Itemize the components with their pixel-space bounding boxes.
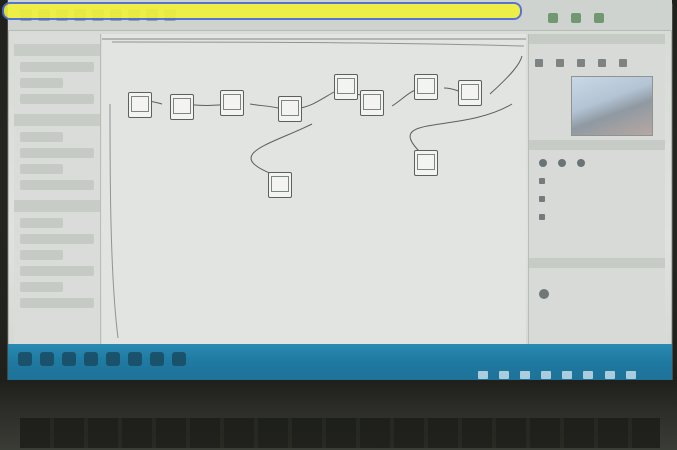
left-panel-item[interactable] [20, 94, 94, 104]
left-panel-section-header [14, 114, 100, 126]
tree-item[interactable] [539, 190, 659, 208]
workflow-node[interactable] [458, 80, 482, 106]
taskbar-app-icon[interactable] [128, 352, 142, 366]
left-panel-item[interactable] [20, 218, 63, 228]
bottom-row-icon [539, 289, 549, 299]
right-panel [528, 34, 665, 344]
left-panel-item[interactable] [20, 234, 94, 244]
node-thumbnail [131, 96, 149, 112]
properties-header [529, 140, 665, 150]
taskbar-app-icon[interactable] [40, 352, 54, 366]
workflow-node[interactable] [128, 92, 152, 118]
tray-icon[interactable] [541, 371, 552, 379]
tool-icon[interactable] [556, 59, 565, 67]
workflow-node[interactable] [414, 74, 438, 100]
taskbar-app-icon[interactable] [84, 352, 98, 366]
taskbar-app-icon[interactable] [172, 352, 186, 366]
workflow-node[interactable] [360, 90, 384, 116]
left-panel-item[interactable] [20, 164, 63, 174]
connection-line [249, 103, 279, 109]
node-thumbnail [173, 98, 191, 114]
property-icon[interactable] [577, 159, 586, 167]
left-panel-item[interactable] [20, 298, 94, 308]
left-panel-item[interactable] [20, 132, 63, 142]
tree-item-icon [539, 214, 545, 220]
left-panel-section-header [14, 44, 100, 56]
left-panel-section-header [14, 200, 100, 212]
node-thumbnail [223, 94, 241, 110]
close-icon[interactable] [594, 13, 605, 23]
workflow-node[interactable] [268, 172, 292, 198]
tree-item-icon [539, 196, 545, 202]
workflow-node[interactable] [278, 96, 302, 122]
tray-icon[interactable] [583, 371, 594, 379]
left-panel-item[interactable] [20, 250, 63, 260]
minimize-icon[interactable] [548, 13, 558, 23]
connection-line [409, 103, 513, 153]
workflow-node[interactable] [220, 90, 244, 116]
left-panel-item[interactable] [20, 148, 94, 158]
tool-icon[interactable] [577, 59, 586, 67]
node-thumbnail [461, 84, 479, 100]
highlight-overlay [2, 2, 522, 20]
right-panel-toolbar [535, 52, 655, 67]
right-panel-bottom-header [529, 258, 665, 268]
maximize-icon[interactable] [571, 13, 582, 23]
left-panel-item[interactable] [20, 266, 94, 276]
property-icon[interactable] [539, 159, 547, 167]
image-preview [571, 76, 653, 136]
left-panel-item[interactable] [20, 78, 63, 88]
workflow-node[interactable] [170, 94, 194, 120]
node-thumbnail [417, 154, 435, 170]
left-panel-item[interactable] [20, 282, 63, 292]
node-thumbnail [281, 100, 299, 116]
node-thumbnail [417, 78, 435, 94]
tray-icon[interactable] [520, 371, 531, 379]
node-thumbnail [337, 78, 355, 94]
taskbar-app-icon[interactable] [62, 352, 76, 366]
keyboard [20, 418, 660, 448]
tool-icon[interactable] [598, 59, 607, 67]
tool-icon[interactable] [619, 59, 628, 67]
workflow-canvas[interactable] [102, 34, 526, 344]
tree-item-icon [539, 178, 545, 184]
tree-item[interactable] [539, 172, 659, 190]
connection-line [489, 55, 523, 95]
workflow-node[interactable] [334, 74, 358, 100]
tray-icon[interactable] [478, 371, 488, 379]
start-button[interactable] [18, 352, 32, 366]
properties-tree [539, 172, 659, 226]
taskbar-app-icon[interactable] [150, 352, 164, 366]
properties-toolbar [539, 152, 599, 167]
tool-icon[interactable] [535, 59, 543, 67]
right-panel-bottom-row[interactable] [539, 284, 599, 299]
tray-icon[interactable] [604, 371, 615, 379]
connection-line [109, 103, 119, 339]
window-controls [548, 8, 677, 24]
tray-icon[interactable] [499, 371, 510, 379]
right-panel-header [529, 34, 665, 44]
tray-icon[interactable] [562, 371, 573, 379]
system-tray [478, 364, 668, 379]
left-panel [14, 34, 101, 344]
node-thumbnail [271, 176, 289, 192]
left-panel-item[interactable] [20, 62, 94, 72]
property-icon[interactable] [558, 159, 567, 167]
tray-icon[interactable] [625, 371, 636, 379]
taskbar-app-icon[interactable] [106, 352, 120, 366]
workflow-node[interactable] [414, 150, 438, 176]
left-panel-item[interactable] [20, 180, 94, 190]
connection-line [250, 123, 313, 175]
photo-of-laptop-screen [0, 0, 677, 450]
node-thumbnail [363, 94, 381, 110]
tree-item[interactable] [539, 208, 659, 226]
connection-line [111, 41, 525, 47]
connection-line [299, 91, 335, 109]
